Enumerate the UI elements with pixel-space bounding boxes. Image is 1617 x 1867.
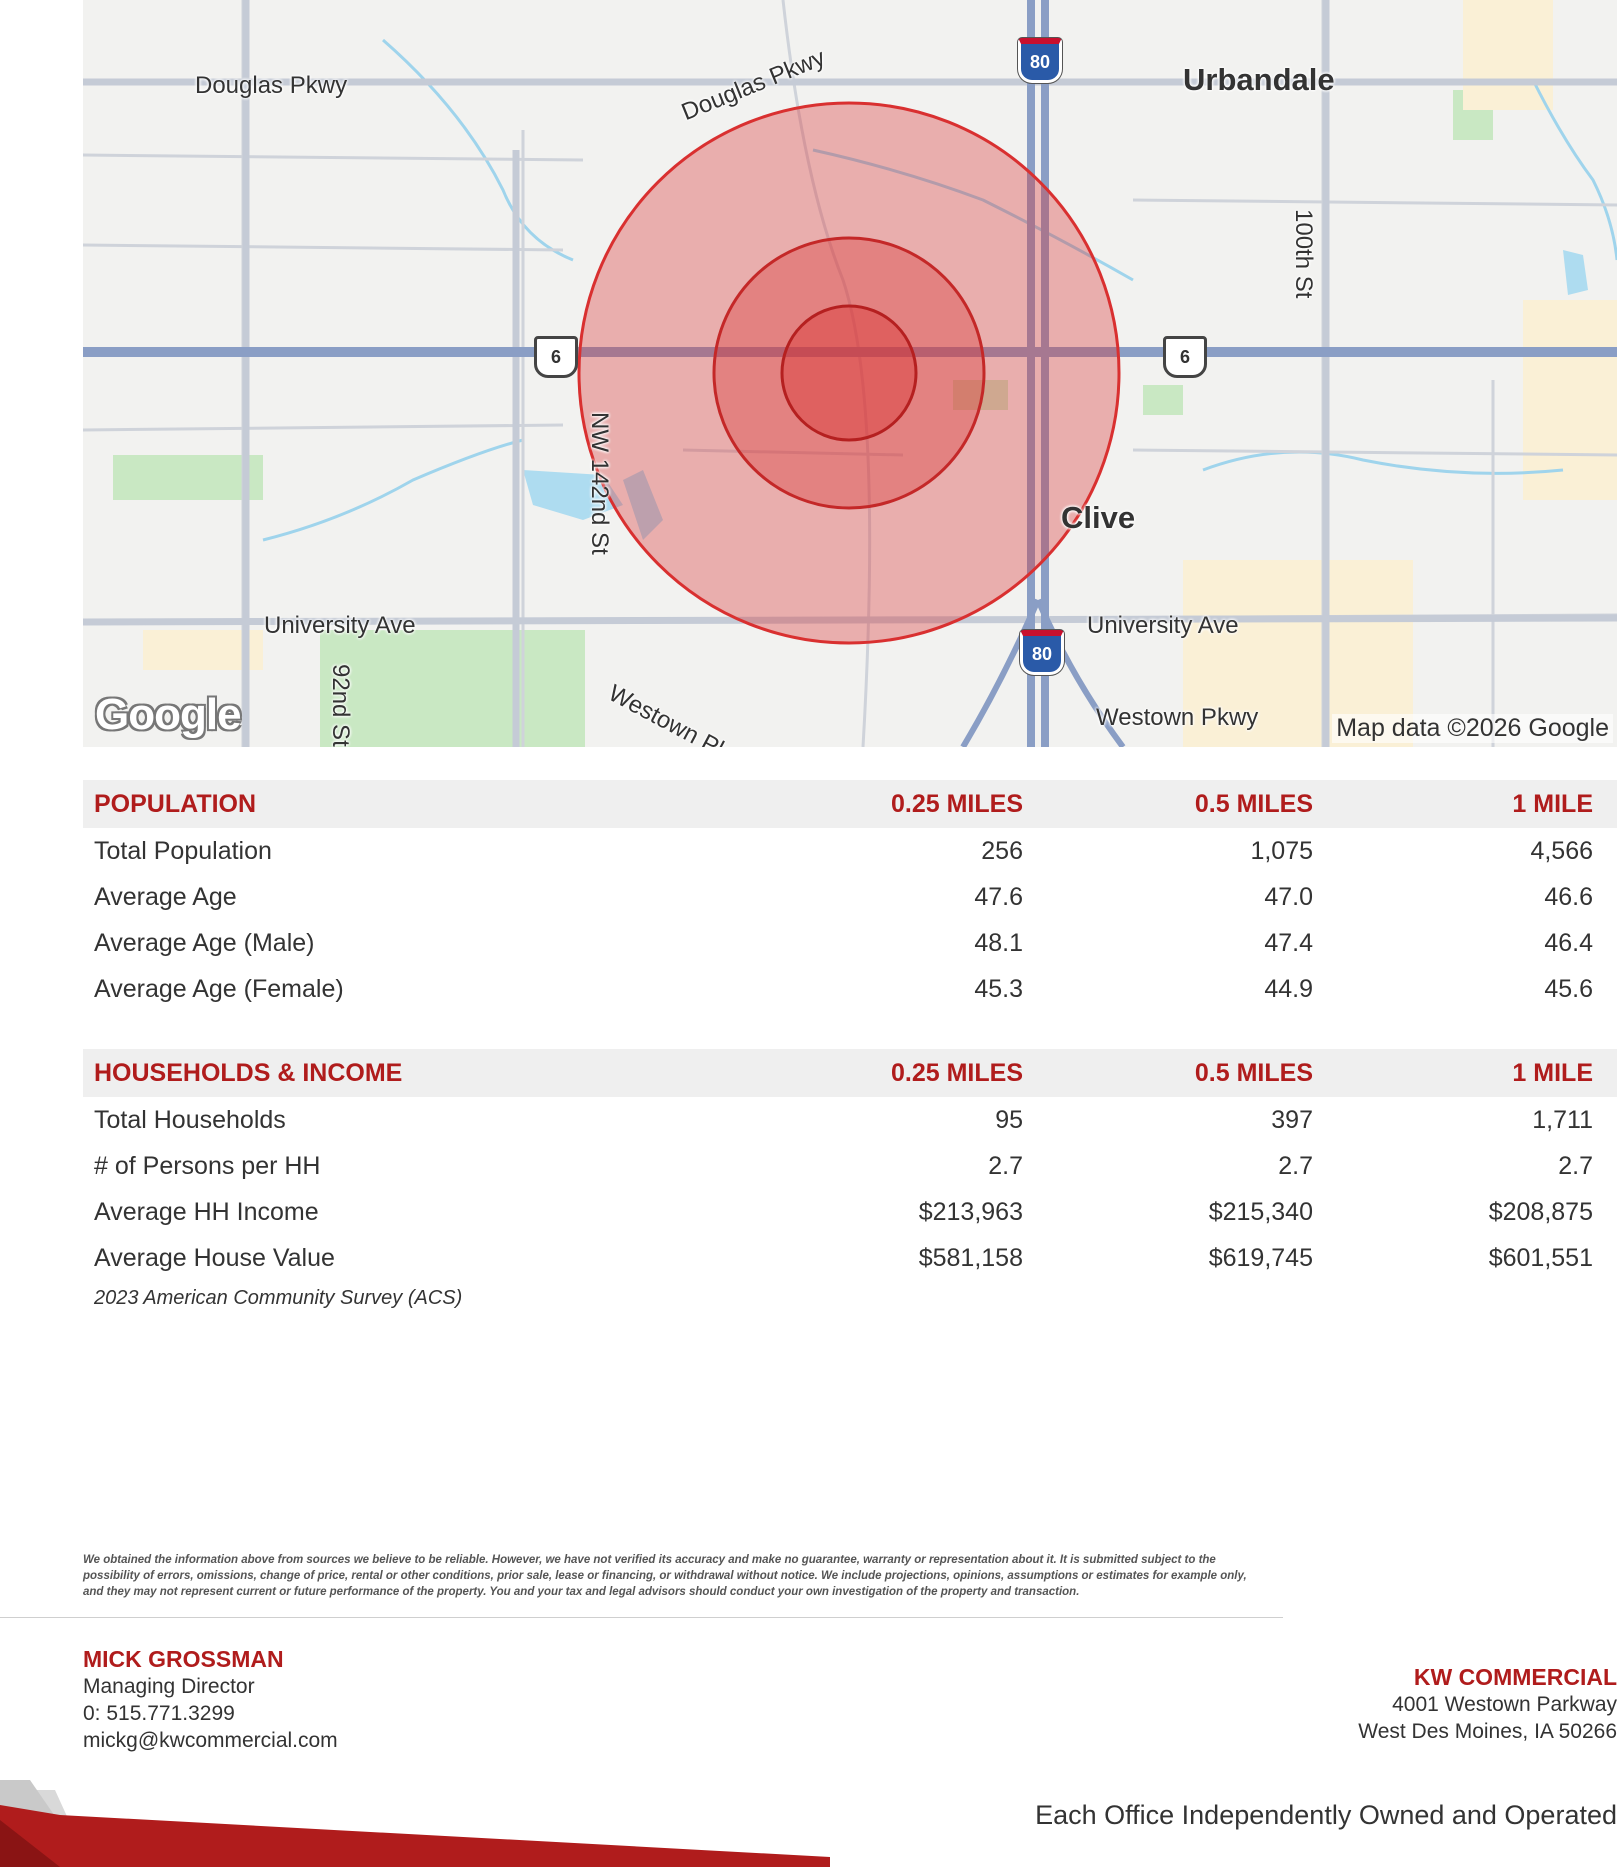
row-value-0-25: 48.1 — [974, 928, 1023, 957]
population-header-0-25: 0.25 MILES — [891, 789, 1023, 818]
row-value-0-5: $619,745 — [1208, 1243, 1313, 1272]
row-value-0-25: $213,963 — [918, 1197, 1023, 1226]
table-row: Average Age (Male) 48.1 47.4 46.4 — [83, 920, 1617, 966]
agent-contact: MICK GROSSMAN Managing Director 0: 515.7… — [83, 1646, 338, 1754]
row-value-0-5: 47.0 — [1264, 882, 1313, 911]
agent-email[interactable]: mickg@kwcommercial.com — [83, 1727, 338, 1754]
row-label: Total Population — [94, 836, 272, 865]
row-value-1: 45.6 — [1544, 974, 1593, 1003]
road-label-westown-pkwy-east: Westown Pkwy — [1096, 704, 1259, 731]
row-value-1: 46.4 — [1544, 928, 1593, 957]
row-value-0-5: 44.9 — [1264, 974, 1313, 1003]
households-table-header: HOUSEHOLDS & INCOME 0.25 MILES 0.5 MILES… — [83, 1049, 1617, 1097]
office-address-line-1: 4001 Westown Parkway — [1392, 1693, 1617, 1716]
row-value-1: 46.6 — [1544, 882, 1593, 911]
row-label: # of Persons per HH — [94, 1151, 321, 1180]
radius-rings — [577, 101, 1121, 645]
town-label-clive: Clive — [1061, 500, 1136, 535]
town-label-urbandale: Urbandale — [1183, 62, 1335, 97]
interstate-80-shield-south: 80 — [1020, 630, 1064, 675]
households-income-table: HOUSEHOLDS & INCOME 0.25 MILES 0.5 MILES… — [83, 1049, 1617, 1281]
us-6-shield-west: 6 — [534, 336, 578, 378]
row-label: Average Age (Male) — [94, 928, 315, 957]
population-table-header: POPULATION 0.25 MILES 0.5 MILES 1 MILE — [83, 780, 1617, 828]
table-row: Average Age 47.6 47.0 46.6 — [83, 874, 1617, 920]
row-label: Average Age (Female) — [94, 974, 344, 1003]
row-value-0-25: 95 — [995, 1105, 1023, 1134]
row-value-0-25: 256 — [981, 836, 1023, 865]
row-value-0-25: 45.3 — [974, 974, 1023, 1003]
row-label: Average HH Income — [94, 1197, 319, 1226]
interstate-80-shield-north: 80 — [1018, 38, 1062, 83]
households-header-1: 1 MILE — [1512, 1058, 1593, 1087]
us-6-shield-east: 6 — [1163, 336, 1207, 378]
households-header-label: HOUSEHOLDS & INCOME — [94, 1058, 403, 1087]
row-value-1: 4,566 — [1530, 836, 1593, 865]
office-company: KW COMMERCIAL — [1413, 1664, 1617, 1690]
ring-0-25-miles — [780, 304, 918, 442]
row-value-0-5: $215,340 — [1208, 1197, 1313, 1226]
row-value-0-5: 47.4 — [1264, 928, 1313, 957]
office-contact: KW COMMERCIAL 4001 Westown Parkway West … — [1358, 1664, 1617, 1745]
table-row: Average Age (Female) 45.3 44.9 45.6 — [83, 966, 1617, 1012]
table-row: Total Households 95 397 1,711 — [83, 1097, 1617, 1143]
row-value-0-5: 1,075 — [1250, 836, 1313, 865]
households-header-0-5: 0.5 MILES — [1194, 1058, 1313, 1087]
road-label-92nd-st: 92nd St — [327, 664, 354, 747]
row-label: Average House Value — [94, 1243, 335, 1272]
row-value-0-5: 2.7 — [1278, 1151, 1313, 1180]
row-value-1: 1,711 — [1532, 1105, 1593, 1134]
office-tagline: Each Office Independently Owned and Oper… — [1035, 1800, 1617, 1830]
row-value-1: $208,875 — [1488, 1197, 1593, 1226]
row-label: Total Households — [94, 1105, 286, 1134]
table-row: Average HH Income $213,963 $215,340 $208… — [83, 1189, 1617, 1235]
table-row: Average House Value $581,158 $619,745 $6… — [83, 1235, 1617, 1281]
population-header-0-5: 0.5 MILES — [1194, 789, 1313, 818]
agent-title: Managing Director — [83, 1675, 255, 1698]
row-value-0-25: 47.6 — [974, 882, 1023, 911]
population-header-1: 1 MILE — [1512, 789, 1593, 818]
table-row: Total Population 256 1,075 4,566 — [83, 828, 1617, 874]
population-table: POPULATION 0.25 MILES 0.5 MILES 1 MILE T… — [83, 780, 1617, 1012]
google-logo[interactable]: Google — [95, 690, 242, 740]
population-header-label: POPULATION — [94, 789, 257, 818]
row-label: Average Age — [94, 882, 237, 911]
map-attribution[interactable]: Map data ©2026 Google — [1332, 714, 1613, 743]
agent-name: MICK GROSSMAN — [83, 1646, 284, 1672]
road-label-university-ave-west: University Ave — [264, 612, 416, 639]
road-label-university-ave-east: University Ave — [1087, 612, 1239, 639]
households-header-0-25: 0.25 MILES — [891, 1058, 1023, 1087]
road-label-nw-142nd-st: NW 142nd St — [586, 412, 613, 555]
office-address-line-2: West Des Moines, IA 50266 — [1358, 1720, 1617, 1743]
road-label-100th-st: 100th St — [1290, 209, 1317, 299]
row-value-1: 2.7 — [1558, 1151, 1593, 1180]
agent-phone[interactable]: 0: 515.771.3299 — [83, 1700, 338, 1727]
row-value-1: $601,551 — [1488, 1243, 1593, 1272]
row-value-0-5: 397 — [1271, 1105, 1313, 1134]
source-note: 2023 American Community Survey (ACS) — [94, 1287, 463, 1309]
table-row: # of Persons per HH 2.7 2.7 2.7 — [83, 1143, 1617, 1189]
demographics-map[interactable]: Urbandale Clive Douglas Pkwy Douglas Pkw… — [83, 0, 1617, 747]
row-value-0-25: 2.7 — [988, 1151, 1023, 1180]
row-value-0-25: $581,158 — [918, 1243, 1023, 1272]
road-label-douglas-pkwy-west: Douglas Pkwy — [195, 72, 348, 99]
